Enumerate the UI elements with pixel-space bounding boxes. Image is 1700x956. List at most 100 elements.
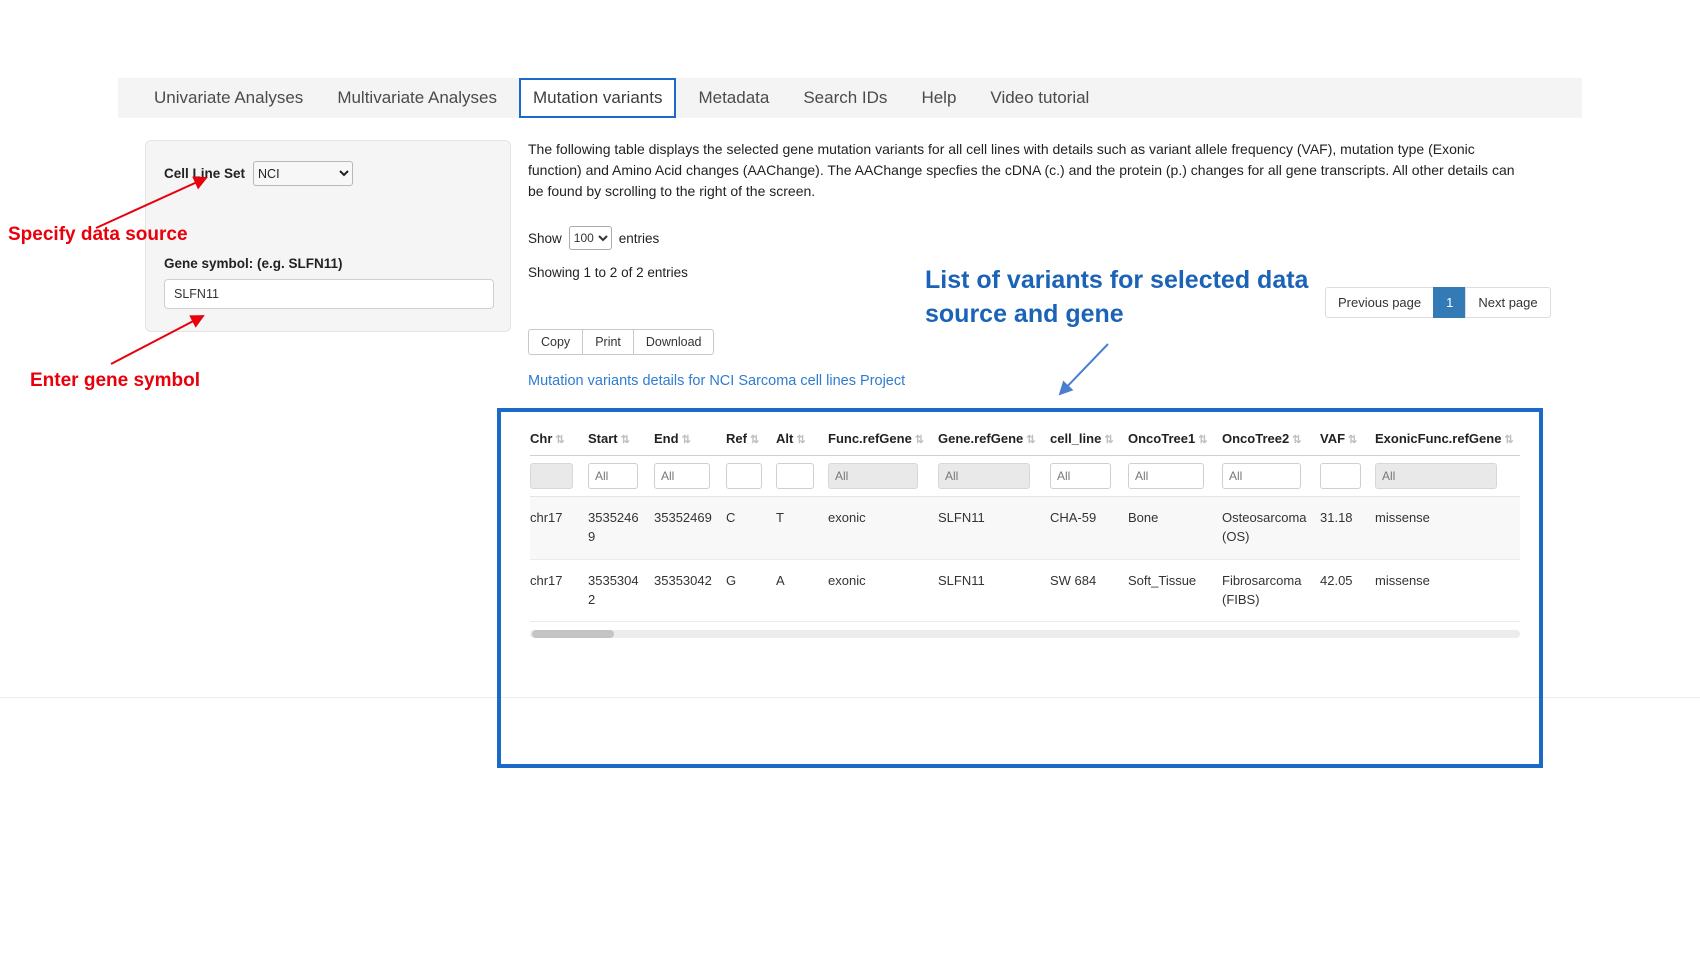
column-label: VAF — [1320, 431, 1345, 446]
blue-arrow-to-table — [1048, 338, 1120, 404]
filter-start[interactable] — [588, 463, 638, 489]
filter-oncotree1[interactable] — [1128, 463, 1204, 489]
column-label: Func.refGene — [828, 431, 912, 446]
cell-end: 35353042 — [654, 559, 726, 622]
column-label: cell_line — [1050, 431, 1101, 446]
column-label: Start — [588, 431, 618, 446]
sort-icon: ⇅ — [1198, 434, 1207, 446]
column-header-oncotree2[interactable]: OncoTree2⇅ — [1222, 420, 1320, 456]
column-label: End — [654, 431, 679, 446]
filter-func-refgene[interactable] — [828, 463, 918, 489]
cell-chr: chr17 — [530, 497, 588, 560]
column-header-start[interactable]: Start⇅ — [588, 420, 654, 456]
column-label: ExonicFunc.refGene — [1375, 431, 1501, 446]
cell-start: 35352469 — [588, 497, 654, 560]
copy-button[interactable]: Copy — [528, 329, 583, 355]
print-button[interactable]: Print — [582, 329, 634, 355]
show-entries-control: Show 100 entries — [528, 226, 659, 250]
filter-alt[interactable] — [776, 463, 814, 489]
sort-icon: ⇅ — [682, 434, 691, 446]
showing-entries-info: Showing 1 to 2 of 2 entries — [528, 265, 688, 280]
input-panel: Cell Line Set NCI Gene symbol: (e.g. SLF… — [145, 140, 511, 332]
export-buttons: Copy Print Download — [528, 329, 713, 355]
tab-multivariate-analyses[interactable]: Multivariate Analyses — [325, 78, 509, 118]
variants-table: Chr⇅ Start⇅ End⇅ Ref⇅ Alt⇅ Func.refGene⇅… — [530, 420, 1520, 622]
column-header-gene-refgene[interactable]: Gene.refGene⇅ — [938, 420, 1050, 456]
tab-metadata[interactable]: Metadata — [686, 78, 781, 118]
sort-icon: ⇅ — [1504, 434, 1513, 446]
column-header-chr[interactable]: Chr⇅ — [530, 420, 588, 456]
cell-gene-refgene: SLFN11 — [938, 497, 1050, 560]
column-header-alt[interactable]: Alt⇅ — [776, 420, 828, 456]
filter-cell-line[interactable] — [1050, 463, 1111, 489]
column-header-cell-line[interactable]: cell_line⇅ — [1050, 420, 1128, 456]
tab-video-tutorial[interactable]: Video tutorial — [978, 78, 1101, 118]
cell-gene-refgene: SLFN11 — [938, 559, 1050, 622]
column-header-end[interactable]: End⇅ — [654, 420, 726, 456]
table-caption: Mutation variants details for NCI Sarcom… — [528, 373, 905, 389]
filter-chr[interactable] — [530, 463, 573, 489]
cell-start: 35353042 — [588, 559, 654, 622]
filter-oncotree2[interactable] — [1222, 463, 1301, 489]
cell-cell-line: CHA-59 — [1050, 497, 1128, 560]
filter-row — [530, 456, 1520, 497]
column-header-exonicfunc-refgene[interactable]: ExonicFunc.refGene⇅ — [1375, 420, 1520, 456]
filter-exonicfunc-refgene[interactable] — [1375, 463, 1497, 489]
column-header-vaf[interactable]: VAF⇅ — [1320, 420, 1375, 456]
horizontal-scrollbar-track[interactable] — [530, 630, 1520, 638]
cell-oncotree1: Bone — [1128, 497, 1222, 560]
next-page-button[interactable]: Next page — [1465, 287, 1550, 318]
cell-oncotree2: Fibrosarcoma (FIBS) — [1222, 559, 1320, 622]
previous-page-button[interactable]: Previous page — [1325, 287, 1434, 318]
annotation-list-of-variants: List of variants for selected data sourc… — [925, 264, 1335, 332]
variants-table-container: Chr⇅ Start⇅ End⇅ Ref⇅ Alt⇅ Func.refGene⇅… — [497, 408, 1543, 768]
sort-icon: ⇅ — [796, 434, 805, 446]
annotation-specify-data-source: Specify data source — [8, 224, 188, 246]
cell-func-refgene: exonic — [828, 559, 938, 622]
column-header-oncotree1[interactable]: OncoTree1⇅ — [1128, 420, 1222, 456]
cell-exonicfunc-refgene: missense — [1375, 559, 1520, 622]
filter-vaf[interactable] — [1320, 463, 1361, 489]
tab-mutation-variants[interactable]: Mutation variants — [519, 78, 676, 118]
filter-ref[interactable] — [726, 463, 762, 489]
section-divider — [501, 697, 1539, 698]
annotation-enter-gene-symbol: Enter gene symbol — [30, 370, 200, 392]
column-header-ref[interactable]: Ref⇅ — [726, 420, 776, 456]
sort-icon: ⇅ — [1026, 434, 1035, 446]
cell-line-set-label: Cell Line Set — [164, 166, 245, 181]
tab-univariate-analyses[interactable]: Univariate Analyses — [142, 78, 315, 118]
cell-cell-line: SW 684 — [1050, 559, 1128, 622]
page-length-select[interactable]: 100 — [569, 226, 612, 250]
gene-symbol-label: Gene symbol: (e.g. SLFN11) — [164, 256, 492, 271]
column-header-func-refgene[interactable]: Func.refGene⇅ — [828, 420, 938, 456]
table-row: chr17 35352469 35352469 C T exonic SLFN1… — [530, 497, 1520, 560]
tab-help[interactable]: Help — [909, 78, 968, 118]
table-description: The following table displays the selecte… — [528, 139, 1523, 202]
filter-gene-refgene[interactable] — [938, 463, 1030, 489]
cell-alt: T — [776, 497, 828, 560]
header-row: Chr⇅ Start⇅ End⇅ Ref⇅ Alt⇅ Func.refGene⇅… — [530, 420, 1520, 456]
current-page-button[interactable]: 1 — [1433, 287, 1466, 318]
sort-icon: ⇅ — [555, 434, 564, 446]
cell-line-set-select[interactable]: NCI — [253, 161, 353, 186]
download-button[interactable]: Download — [633, 329, 715, 355]
cell-exonicfunc-refgene: missense — [1375, 497, 1520, 560]
sort-icon: ⇅ — [750, 434, 759, 446]
column-label: Chr — [530, 431, 552, 446]
column-label: Gene.refGene — [938, 431, 1023, 446]
sort-icon: ⇅ — [1104, 434, 1113, 446]
entries-label: entries — [619, 231, 660, 246]
cell-chr: chr17 — [530, 559, 588, 622]
column-label: Ref — [726, 431, 747, 446]
gene-symbol-input[interactable] — [164, 279, 494, 309]
tab-search-ids[interactable]: Search IDs — [791, 78, 899, 118]
show-label: Show — [528, 231, 562, 246]
sort-icon: ⇅ — [1348, 434, 1357, 446]
cell-vaf: 31.18 — [1320, 497, 1375, 560]
cell-func-refgene: exonic — [828, 497, 938, 560]
horizontal-scrollbar-thumb[interactable] — [532, 630, 614, 638]
cell-vaf: 42.05 — [1320, 559, 1375, 622]
pagination: Previous page 1 Next page — [1326, 287, 1551, 318]
filter-end[interactable] — [654, 463, 710, 489]
cell-end: 35352469 — [654, 497, 726, 560]
